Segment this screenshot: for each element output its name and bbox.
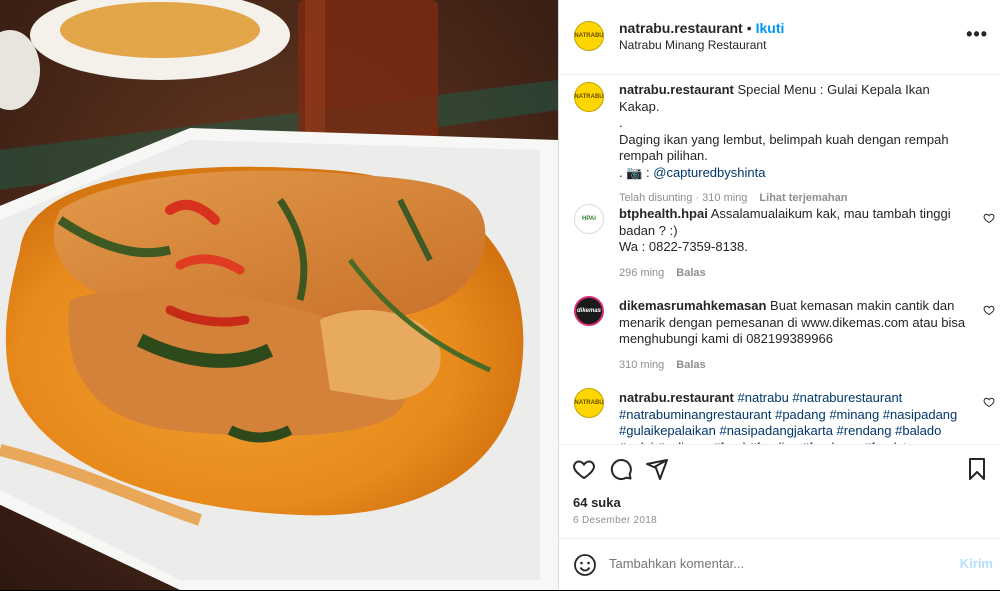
comment-bubble-icon[interactable] [609,457,633,481]
save-bookmark-icon[interactable] [965,457,989,481]
avatar[interactable]: NATRABU [574,82,604,112]
caption-line2: . [619,115,623,130]
share-paper-plane-icon[interactable] [645,457,669,481]
emoji-icon[interactable] [573,553,597,577]
comment-time: 310 ming [619,358,665,371]
post-comment-button[interactable]: Kirim [960,556,993,571]
avatar-logo-text: dikemas [576,308,601,314]
avatar-logo-text: NATRABU [574,94,604,100]
post-image[interactable] [0,0,558,590]
avatar-logo-text: HPAI [582,216,596,222]
caption-edited: Telah disunting · 310 ming [619,192,748,204]
fish-curry-photo [0,0,558,590]
header-dot: • [746,20,752,36]
reply-button[interactable]: Balas [676,359,705,371]
follow-button[interactable]: Ikuti [756,20,785,36]
add-comment-bar: Kirim [559,538,1000,591]
post-actions: 64 suka 6 Desember 2018 [559,444,1000,539]
comment-meta: 310 ming Balas [619,357,967,374]
comment-input[interactable] [609,556,909,571]
comment-username[interactable]: btphealth.hpai [619,206,708,221]
header-location[interactable]: Natrabu Minang Restaurant [619,38,766,52]
caption-username[interactable]: natrabu.restaurant [619,82,734,97]
post-header: NATRABU natrabu.restaurant • Ikuti Natrabu… [559,0,1000,75]
post-side-panel: NATRABU natrabu.restaurant • Ikuti Natrabu… [558,0,1000,590]
like-comment-heart-icon[interactable] [983,304,995,316]
see-translation-link[interactable]: Lihat terjemahan [759,192,847,204]
comment-text-2: Wa : 0822-7359-8138. [619,239,748,254]
avatar-logo-text: NATRABU [574,400,604,406]
avatar[interactable]: dikemas [574,296,604,326]
caption-meta: Telah disunting · 310 ming Lihat terjemah… [619,190,967,207]
avatar[interactable]: NATRABU [574,21,604,51]
comments-list[interactable]: NATRABU natrabu.restaurant Special Menu … [559,74,1000,444]
likes-count[interactable]: 64 suka [573,495,621,510]
avatar[interactable]: HPAI [574,204,604,234]
like-comment-heart-icon[interactable] [983,396,995,408]
header-username-row: natrabu.restaurant • Ikuti [619,20,784,36]
comment-body: dikemasrumahkemasan Buat kemasan makin c… [619,298,967,373]
comment-username[interactable]: dikemasrumahkemasan [619,298,766,313]
caption-body: natrabu.restaurant Special Menu : Gulai … [619,82,967,207]
comment-body: btphealth.hpai Assalamualaikum kak, mau … [619,206,967,281]
post-date: 6 Desember 2018 [573,515,657,526]
header-username[interactable]: natrabu.restaurant [619,20,743,36]
avatar-logo-text: NATRABU [574,33,604,39]
more-options-icon[interactable]: ••• [966,24,988,45]
caption-line4: . 📷 : [619,164,654,180]
comment-meta: 296 ming Balas [619,265,967,282]
comment-time: 296 ming [619,266,665,279]
like-comment-heart-icon[interactable] [983,212,995,224]
caption-mention[interactable]: @capturedbyshinta [653,165,765,180]
like-heart-icon[interactable] [572,457,596,481]
caption-line3: Daging ikan yang lembut, belimpah kuah d… [619,131,949,164]
avatar[interactable]: NATRABU [574,388,604,418]
comment-username[interactable]: natrabu.restaurant [619,390,734,405]
comment-body: natrabu.restaurant #natrabu #natraburest… [619,390,967,444]
reply-button[interactable]: Balas [676,267,705,279]
